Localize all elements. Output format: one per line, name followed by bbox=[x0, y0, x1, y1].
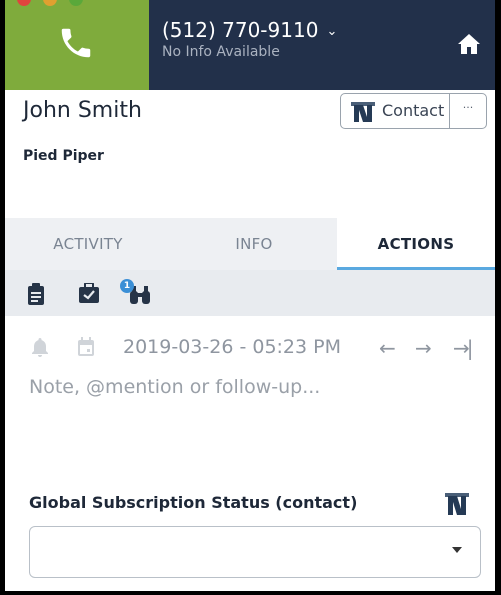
arrow-left-icon[interactable]: ← bbox=[379, 336, 396, 360]
phone-info-text: No Info Available bbox=[162, 44, 280, 60]
maximize-dot[interactable] bbox=[69, 0, 83, 6]
call-button[interactable] bbox=[5, 0, 149, 90]
calendar-icon[interactable] bbox=[77, 337, 95, 357]
clipboard-icon[interactable] bbox=[27, 283, 45, 305]
minimize-dot[interactable] bbox=[43, 0, 57, 6]
contact-button-label: Contact bbox=[382, 101, 445, 120]
close-dot[interactable] bbox=[17, 0, 31, 6]
window-controls bbox=[5, 0, 145, 6]
phone-number: (512) 770-9110 bbox=[162, 18, 319, 42]
tab-activity[interactable]: ACTIVITY bbox=[5, 218, 171, 270]
subscription-status-select[interactable] bbox=[29, 526, 481, 578]
chevron-down-icon: ⌄ bbox=[326, 24, 338, 39]
arrow-to-end-icon[interactable]: →| bbox=[453, 336, 473, 360]
subscription-status-label: Global Subscription Status (contact) bbox=[29, 493, 358, 512]
bell-icon[interactable] bbox=[31, 338, 49, 358]
note-input[interactable]: Note, @mention or follow-up... bbox=[29, 376, 320, 398]
company-name: Pied Piper bbox=[23, 148, 104, 164]
netsuite-logo-icon bbox=[351, 102, 375, 122]
phone-number-selector[interactable]: (512) 770-9110 ⌄ bbox=[162, 18, 337, 42]
activity-datetime[interactable]: 2019-03-26 - 05:23 PM bbox=[123, 336, 341, 358]
netsuite-logo-icon bbox=[445, 493, 469, 515]
contact-button[interactable]: Contact bbox=[341, 94, 450, 128]
more-options-button[interactable]: ··· bbox=[449, 94, 487, 128]
app-frame: (512) 770-9110 ⌄ No Info Available John S… bbox=[5, 0, 495, 591]
header-bar: (512) 770-9110 ⌄ No Info Available bbox=[5, 0, 495, 90]
actions-toolbar bbox=[5, 270, 495, 316]
contact-name: John Smith bbox=[23, 98, 142, 123]
contact-button-group: Contact ··· bbox=[340, 93, 487, 129]
tab-info[interactable]: INFO bbox=[171, 218, 337, 270]
home-icon[interactable] bbox=[457, 32, 481, 56]
briefcase-check-icon[interactable] bbox=[78, 283, 100, 303]
notification-badge: 1 bbox=[120, 279, 134, 293]
tab-bar: ACTIVITY INFO ACTIONS bbox=[5, 218, 495, 270]
chevron-down-icon bbox=[452, 547, 462, 553]
phone-icon bbox=[61, 28, 91, 58]
arrow-right-icon[interactable]: → bbox=[415, 336, 432, 360]
activity-datetime-row: 2019-03-26 - 05:23 PM ← → →| bbox=[5, 330, 495, 370]
tab-actions[interactable]: ACTIONS bbox=[337, 218, 495, 270]
